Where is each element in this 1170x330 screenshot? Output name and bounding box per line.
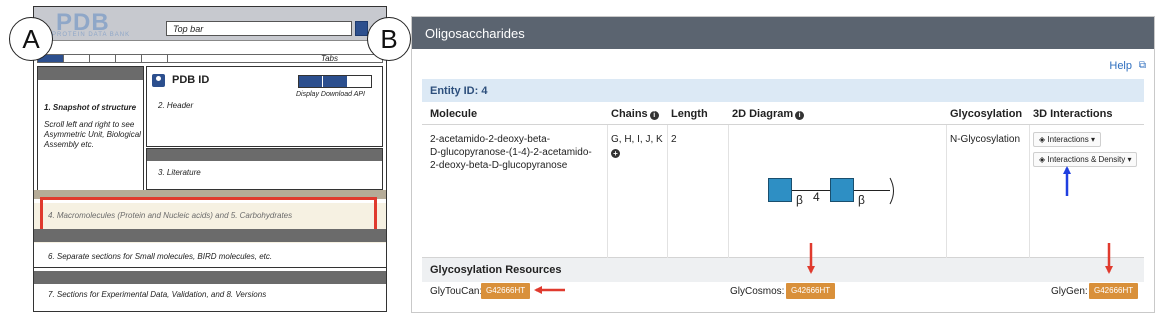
annotation-arrows: [534, 166, 1113, 294]
